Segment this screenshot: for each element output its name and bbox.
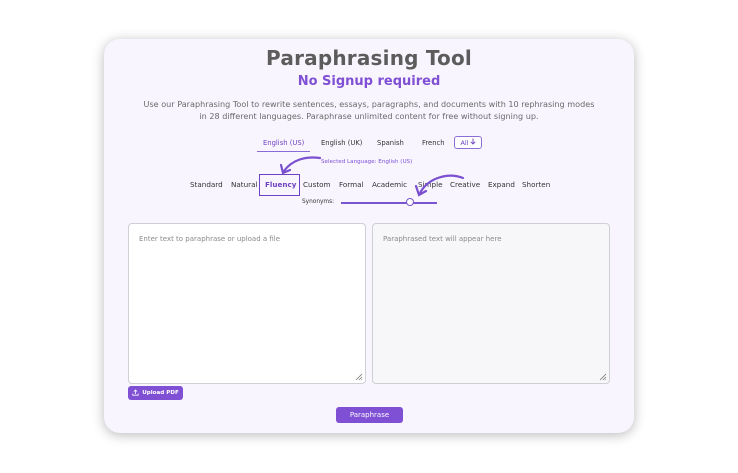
selected-language-label: Selected Language: English (US) <box>321 159 413 165</box>
tab-language-spanish[interactable]: Spanish <box>377 139 404 147</box>
tab-language-french[interactable]: French <box>422 139 445 147</box>
resize-grip-icon[interactable] <box>355 373 363 381</box>
active-tab-underline <box>257 151 310 152</box>
mode-natural[interactable]: Natural <box>231 180 258 189</box>
mode-simple[interactable]: Simple <box>418 180 443 189</box>
resize-grip-icon[interactable] <box>599 373 607 381</box>
mode-custom[interactable]: Custom <box>303 180 331 189</box>
tab-language-english-uk[interactable]: English (UK) <box>321 139 362 147</box>
output-textarea[interactable]: Paraphrased text will appear here <box>372 223 610 384</box>
input-placeholder: Enter text to paraphrase or upload a fil… <box>139 235 281 243</box>
page-description: Use our Paraphrasing Tool to rewrite sen… <box>143 99 595 121</box>
synonyms-slider-track[interactable] <box>341 202 437 204</box>
paraphrase-button[interactable]: Paraphrase <box>336 407 403 423</box>
output-placeholder: Paraphrased text will appear here <box>383 235 502 243</box>
mode-shorten[interactable]: Shorten <box>522 180 550 189</box>
page-title: Paraphrasing Tool <box>266 46 472 70</box>
mode-creative[interactable]: Creative <box>450 180 480 189</box>
arrow-down-icon <box>470 138 476 147</box>
page-subtitle: No Signup required <box>297 74 441 89</box>
upload-pdf-button[interactable]: Upload PDF <box>128 386 183 400</box>
mode-formal[interactable]: Formal <box>339 180 364 189</box>
upload-icon <box>132 388 139 398</box>
mode-expand[interactable]: Expand <box>488 180 515 189</box>
upload-pdf-label: Upload PDF <box>142 390 179 396</box>
mode-standard[interactable]: Standard <box>190 180 223 189</box>
all-languages-button[interactable]: All <box>454 136 482 149</box>
synonyms-label: Synonyms: <box>302 199 335 205</box>
mode-academic[interactable]: Academic <box>372 180 407 189</box>
input-textarea[interactable]: Enter text to paraphrase or upload a fil… <box>128 223 366 384</box>
tab-language-english-us[interactable]: English (US) <box>263 139 304 147</box>
all-languages-label: All <box>460 138 469 147</box>
mode-fluency[interactable]: Fluency <box>265 180 296 189</box>
